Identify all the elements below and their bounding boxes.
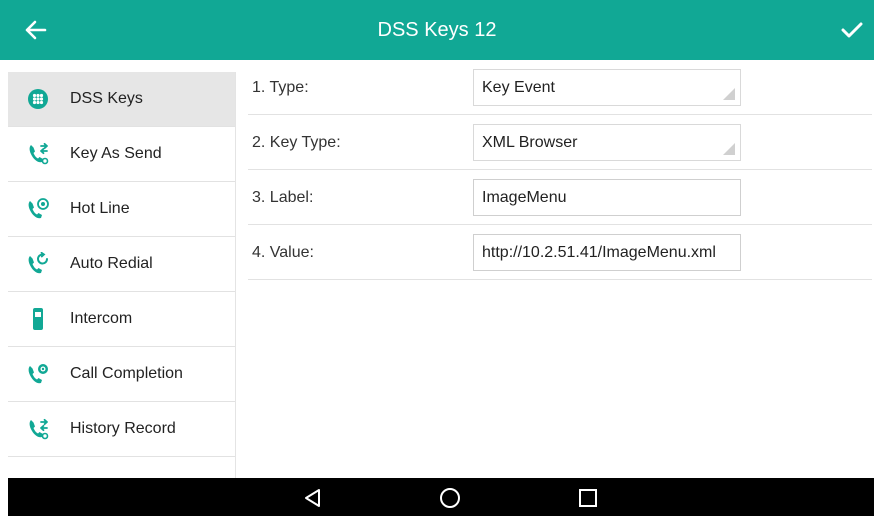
label-input-value: ImageMenu [482, 188, 567, 206]
type-label: 1. Type: [252, 79, 309, 96]
nav-back-button[interactable] [301, 486, 325, 510]
sidebar-item-hot-line[interactable]: Hot Line [8, 182, 235, 237]
label-input[interactable]: ImageMenu [473, 179, 741, 216]
sidebar-item-key-as-send[interactable]: Key As Send [8, 127, 235, 182]
phone-check-icon [26, 362, 50, 386]
phone-history-icon [26, 417, 50, 441]
title-bar: DSS Keys 12 [0, 0, 874, 60]
sidebar-item-intercom[interactable]: Intercom [8, 292, 235, 347]
sidebar-item-partial[interactable] [8, 457, 235, 478]
value-input-value: http://10.2.51.41/ImageMenu.xml [482, 243, 716, 261]
sidebar-item-label: Hot Line [70, 200, 130, 217]
dss-key-form: 1. Type: Key Event 2. Key Type: XML Brow… [248, 60, 872, 280]
sidebar-item-label: Intercom [70, 310, 133, 327]
checkmark-icon [841, 22, 863, 38]
sidebar-item-dss-keys[interactable]: DSS Keys [8, 72, 235, 127]
system-nav-bar [8, 478, 874, 516]
save-button[interactable] [836, 14, 868, 46]
value-input[interactable]: http://10.2.51.41/ImageMenu.xml [473, 234, 741, 271]
arrow-left-icon [25, 20, 47, 40]
sidebar: DSS Keys Key As Send Hot Line Auto Redia… [8, 72, 236, 478]
sidebar-item-call-completion[interactable]: Call Completion [8, 347, 235, 402]
form-row-type: 1. Type: Key Event [248, 60, 872, 115]
sidebar-item-history-record[interactable]: History Record [8, 402, 235, 457]
key-type-label: 2. Key Type: [252, 134, 341, 151]
form-row-value: 4. Value: http://10.2.51.41/ImageMenu.xm… [248, 225, 872, 280]
sidebar-item-auto-redial[interactable]: Auto Redial [8, 237, 235, 292]
nav-home-circle-icon [440, 488, 460, 508]
sidebar-item-label: Call Completion [70, 365, 183, 382]
form-row-key-type: 2. Key Type: XML Browser [248, 115, 872, 170]
type-value: Key Event [482, 78, 555, 96]
phone-redial-icon [26, 252, 50, 276]
label-field-label: 3. Label: [252, 189, 314, 206]
page-title: DSS Keys 12 [377, 18, 497, 41]
nav-recents-button[interactable] [576, 486, 600, 510]
value-field-label: 4. Value: [252, 244, 314, 261]
sidebar-item-label: History Record [70, 420, 176, 437]
nav-back-triangle-icon [305, 489, 320, 507]
key-type-value: XML Browser [482, 133, 578, 151]
grid-dots-icon [26, 87, 50, 111]
sidebar-item-label: DSS Keys [70, 90, 143, 107]
key-type-select[interactable]: XML Browser [473, 124, 741, 161]
dropdown-corner-icon [723, 88, 735, 100]
handset-icon [26, 307, 50, 331]
type-select[interactable]: Key Event [473, 69, 741, 106]
sidebar-item-label: Auto Redial [70, 255, 153, 272]
form-row-label: 3. Label: ImageMenu [248, 170, 872, 225]
phone-target-icon [26, 197, 50, 221]
dropdown-corner-icon [723, 143, 735, 155]
sidebar-item-label: Key As Send [70, 145, 162, 162]
nav-recents-square-icon [579, 489, 597, 507]
phone-arrows-icon [26, 142, 50, 166]
nav-home-button[interactable] [438, 486, 462, 510]
back-button[interactable] [20, 14, 52, 46]
